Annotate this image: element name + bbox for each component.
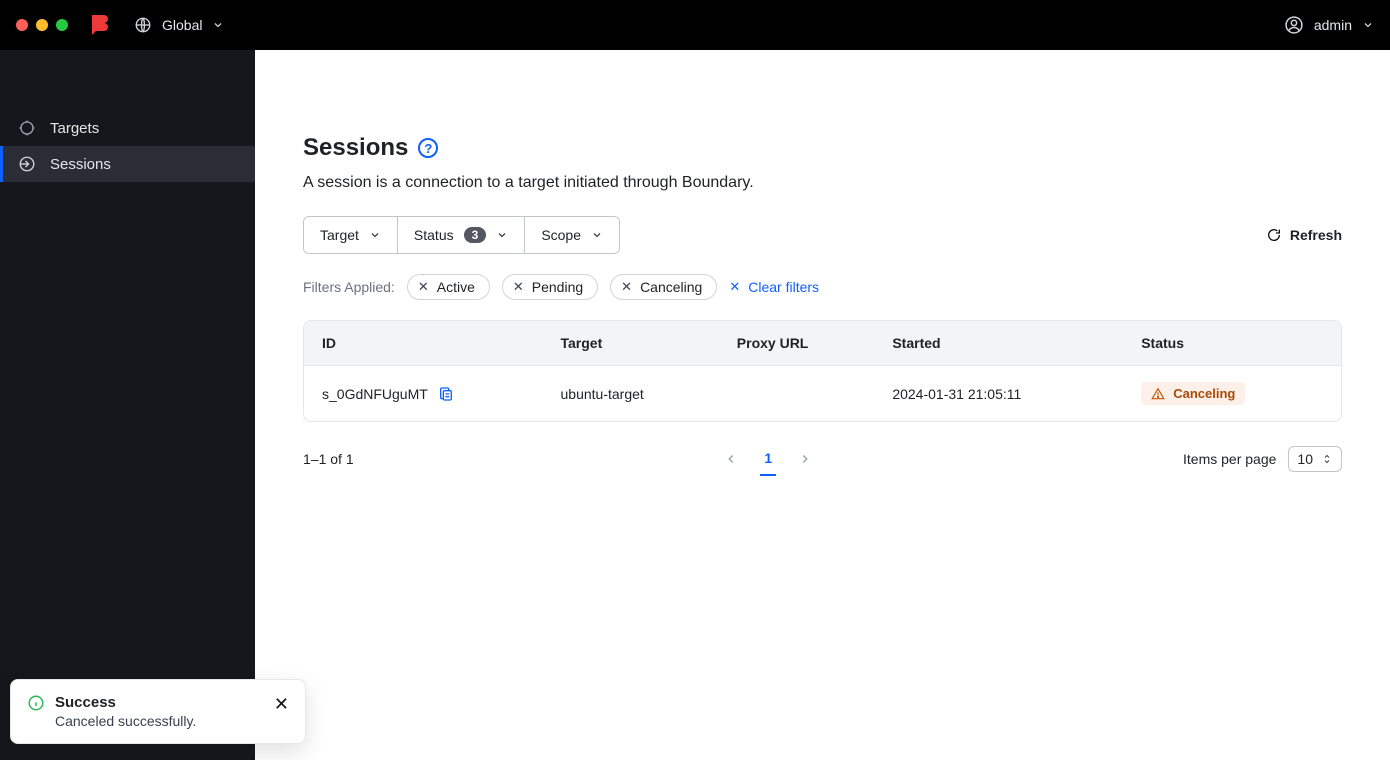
pager: 1	[724, 442, 812, 476]
copy-icon[interactable]	[438, 386, 454, 402]
cell-target: ubuntu-target	[543, 366, 719, 422]
table-row[interactable]: s_0GdNFUguMT ubuntu-target 2024-01-31 21…	[304, 366, 1341, 422]
items-per-page-select[interactable]: 10	[1288, 446, 1342, 472]
user-menu[interactable]: admin	[1284, 15, 1374, 35]
filter-chip-canceling[interactable]: ✕ Canceling	[610, 274, 717, 300]
close-icon: ✕	[729, 279, 740, 295]
filter-chip-active[interactable]: ✕ Active	[407, 274, 490, 300]
chip-label: Active	[437, 279, 475, 295]
toast-close-button[interactable]: ✕	[274, 694, 289, 729]
filter-label: Target	[320, 227, 359, 243]
filter-label: Scope	[541, 227, 581, 243]
filters-applied-label: Filters Applied:	[303, 279, 395, 295]
clear-filters-link[interactable]: ✕ Clear filters	[729, 279, 819, 295]
crosshair-icon	[18, 119, 36, 137]
filter-status[interactable]: Status 3	[398, 217, 525, 253]
pager-page-current[interactable]: 1	[760, 442, 776, 476]
scope-picker[interactable]: Global	[134, 16, 224, 34]
chip-label: Canceling	[640, 279, 702, 295]
cell-started: 2024-01-31 21:05:11	[874, 366, 1123, 422]
window-titlebar: Global admin	[0, 0, 1390, 50]
toast-success: Success Canceled successfully. ✕	[10, 679, 306, 744]
window-traffic-lights	[16, 19, 68, 31]
close-icon: ✕	[513, 279, 524, 295]
sidebar: Targets Sessions	[0, 50, 255, 760]
chevron-down-icon	[496, 229, 508, 241]
chevron-down-icon	[1362, 19, 1374, 31]
items-per-page-value: 10	[1297, 451, 1313, 467]
main-content: Sessions ? A session is a connection to …	[255, 50, 1390, 760]
filter-target[interactable]: Target	[304, 217, 398, 253]
status-label: Canceling	[1173, 386, 1235, 401]
toast-message: Canceled successfully.	[55, 713, 264, 729]
filter-label: Status	[414, 227, 454, 243]
chevron-down-icon	[212, 19, 224, 31]
user-circle-icon	[1284, 15, 1304, 35]
toast-title: Success	[55, 694, 264, 711]
globe-icon	[134, 16, 152, 34]
cell-proxy	[719, 366, 875, 422]
filter-scope[interactable]: Scope	[525, 217, 619, 253]
chevron-down-icon	[591, 229, 603, 241]
window-close-dot[interactable]	[16, 19, 28, 31]
pager-prev[interactable]	[724, 452, 738, 466]
sidebar-item-label: Sessions	[50, 156, 111, 173]
page-title: Sessions	[303, 134, 408, 162]
boundary-logo-icon	[89, 13, 111, 37]
col-header-started: Started	[874, 321, 1123, 366]
window-zoom-dot[interactable]	[56, 19, 68, 31]
refresh-label: Refresh	[1290, 227, 1342, 243]
chevron-right-icon	[798, 452, 812, 466]
status-badge: Canceling	[1141, 382, 1245, 405]
close-icon: ✕	[418, 279, 429, 295]
cell-id: s_0GdNFUguMT	[322, 386, 428, 402]
help-icon[interactable]: ?	[418, 138, 438, 158]
page-description: A session is a connection to a target in…	[303, 174, 1342, 192]
filter-count-badge: 3	[464, 227, 487, 243]
pager-next[interactable]	[798, 452, 812, 466]
filter-group: Target Status 3 Scope	[303, 216, 620, 254]
refresh-icon	[1266, 227, 1282, 243]
col-header-id: ID	[304, 321, 543, 366]
enter-icon	[18, 155, 36, 173]
pagination-summary: 1–1 of 1	[303, 451, 354, 467]
sidebar-item-label: Targets	[50, 120, 99, 137]
info-circle-icon	[27, 694, 45, 729]
alert-triangle-icon	[1151, 387, 1165, 401]
close-icon: ✕	[621, 279, 632, 295]
chip-label: Pending	[532, 279, 583, 295]
col-header-target: Target	[543, 321, 719, 366]
col-header-status: Status	[1123, 321, 1341, 366]
clear-filters-label: Clear filters	[748, 279, 819, 295]
sessions-table: ID Target Proxy URL Started Status s_0Gd…	[303, 320, 1342, 422]
scope-picker-label: Global	[162, 17, 202, 33]
window-minimize-dot[interactable]	[36, 19, 48, 31]
refresh-button[interactable]: Refresh	[1266, 227, 1342, 243]
filter-chip-pending[interactable]: ✕ Pending	[502, 274, 598, 300]
user-menu-label: admin	[1314, 17, 1352, 33]
app-logo	[88, 13, 112, 37]
items-per-page-label: Items per page	[1183, 451, 1276, 467]
col-header-proxy: Proxy URL	[719, 321, 875, 366]
stepper-icon	[1321, 452, 1333, 466]
chevron-down-icon	[369, 229, 381, 241]
sidebar-item-targets[interactable]: Targets	[0, 110, 255, 146]
chevron-left-icon	[724, 452, 738, 466]
sidebar-item-sessions[interactable]: Sessions	[0, 146, 255, 182]
